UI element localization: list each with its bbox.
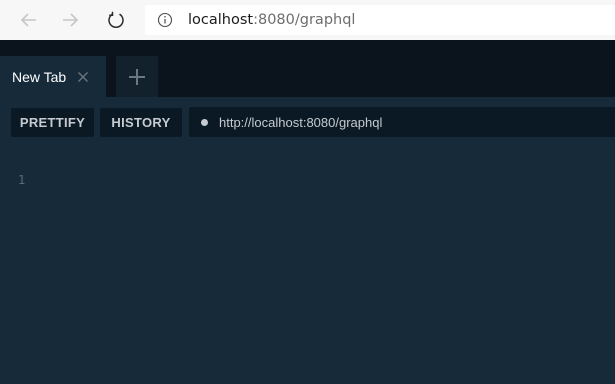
close-icon[interactable] [76, 70, 90, 84]
refresh-icon [108, 11, 124, 28]
url-text: localhost:8080/graphql [188, 12, 355, 28]
plus-icon [129, 68, 145, 85]
prettify-button[interactable]: PRETTIFY [11, 108, 94, 137]
refresh-button[interactable] [102, 6, 130, 34]
line-number: 1 [18, 173, 26, 187]
query-editor[interactable]: 1 [0, 150, 615, 384]
add-tab-button[interactable] [116, 56, 158, 97]
url-path: :8080/graphql [253, 12, 356, 28]
arrow-left-icon [20, 13, 36, 27]
back-button[interactable] [14, 6, 42, 34]
tab-label: New Tab [12, 68, 67, 85]
tab-strip: New Tab [0, 40, 615, 97]
history-button[interactable]: HISTORY [100, 108, 182, 137]
info-icon[interactable] [157, 12, 173, 28]
status-dot [201, 118, 208, 126]
url-host: localhost [188, 12, 254, 28]
tab-new-tab[interactable]: New Tab [0, 56, 106, 97]
arrow-right-icon [63, 13, 79, 27]
address-bar[interactable]: localhost:8080/graphql [145, 5, 615, 35]
endpoint-input[interactable]: http://localhost:8080/graphql [189, 107, 615, 137]
query-toolbar: PRETTIFY HISTORY http://localhost:8080/g… [0, 97, 615, 150]
browser-toolbar: localhost:8080/graphql [0, 0, 615, 40]
forward-button[interactable] [57, 6, 85, 34]
endpoint-url: http://localhost:8080/graphql [219, 114, 383, 130]
